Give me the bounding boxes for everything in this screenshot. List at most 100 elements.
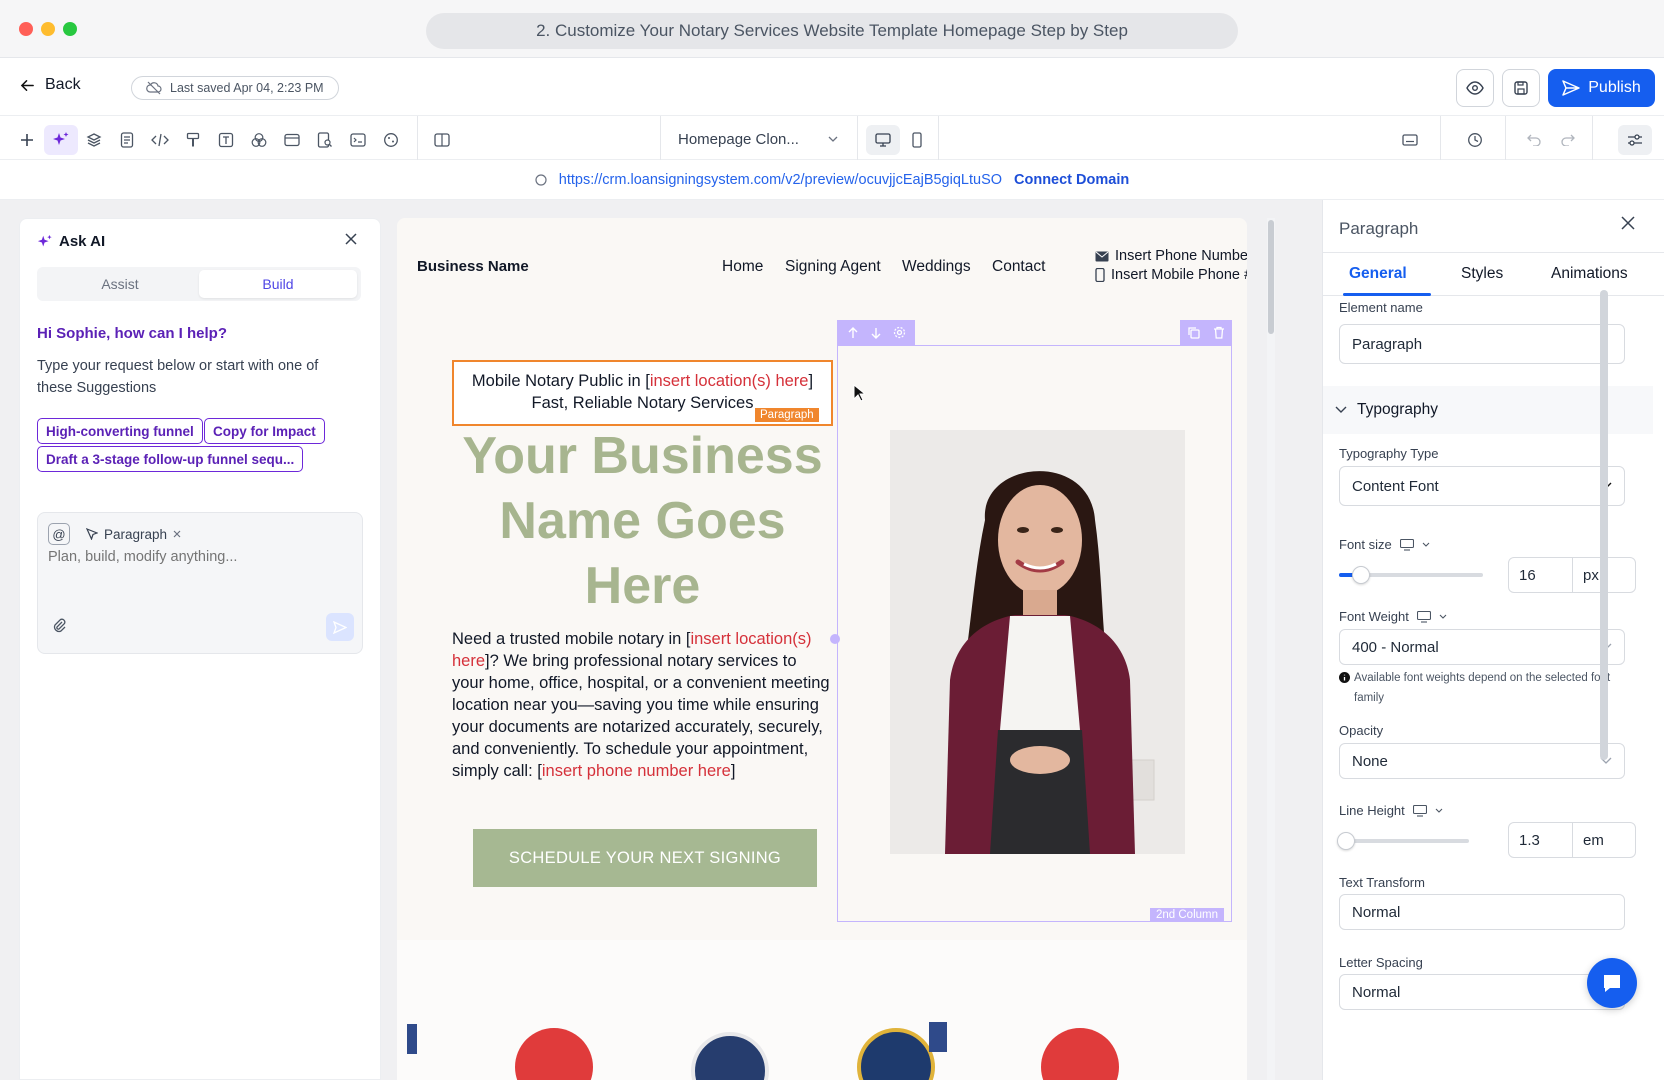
- font-size-slider[interactable]: [1339, 566, 1483, 584]
- suggestion-chip[interactable]: Draft a 3-stage follow-up funnel sequ...: [37, 446, 304, 472]
- schedule-signing-button[interactable]: SCHEDULE YOUR NEXT SIGNING: [473, 829, 817, 887]
- desktop-icon[interactable]: [1412, 804, 1427, 817]
- paragraph-text: ]: [808, 372, 814, 390]
- letter-spacing-select[interactable]: Normal: [1339, 974, 1625, 1010]
- text-transform-value: Normal: [1352, 903, 1401, 921]
- gear-icon[interactable]: [893, 326, 906, 339]
- typography-type-select[interactable]: Content Font: [1339, 466, 1625, 506]
- mobile-view-button[interactable]: [900, 125, 934, 155]
- canvas-scrollbar-thumb[interactable]: [1268, 220, 1274, 334]
- desktop-view-button[interactable]: [866, 125, 900, 155]
- maximize-window-button[interactable]: [63, 22, 77, 36]
- line-height-slider[interactable]: [1336, 832, 1469, 850]
- context-chip-label: Paragraph: [104, 526, 168, 542]
- tab-styles[interactable]: Styles: [1461, 265, 1503, 283]
- pages-button[interactable]: [110, 125, 144, 155]
- mouse-cursor-icon: [853, 384, 865, 402]
- move-up-icon[interactable]: [847, 326, 859, 339]
- font-size-slider-knob[interactable]: [1351, 566, 1370, 584]
- preview-url-link[interactable]: https://crm.loansigningsystem.com/v2/pre…: [559, 172, 1002, 188]
- suggestion-chip[interactable]: Copy for Impact: [204, 418, 325, 444]
- tab-general[interactable]: General: [1349, 265, 1407, 283]
- opacity-select[interactable]: None: [1339, 743, 1625, 779]
- line-height-input[interactable]: 1.3 em: [1508, 822, 1636, 858]
- close-window-button[interactable]: [19, 22, 33, 36]
- ai-prompt-input[interactable]: [48, 549, 348, 565]
- window-title: 2. Customize Your Notary Services Websit…: [426, 13, 1238, 49]
- duplicate-icon[interactable]: [1187, 326, 1200, 339]
- history-button[interactable]: [1458, 125, 1492, 155]
- certified-badge-icon: [691, 1032, 769, 1080]
- paint-button[interactable]: [176, 125, 210, 155]
- ai-button[interactable]: [44, 125, 78, 155]
- hero-portrait-image[interactable]: [890, 430, 1185, 854]
- tab-build[interactable]: Build: [199, 270, 357, 298]
- typography-button[interactable]: [209, 125, 243, 155]
- nav-link-contact[interactable]: Contact: [992, 258, 1045, 276]
- move-down-icon[interactable]: [870, 327, 882, 339]
- font-size-input[interactable]: 16 px: [1508, 557, 1636, 593]
- code-icon: [151, 133, 169, 147]
- nav-link-home[interactable]: Home: [722, 258, 763, 276]
- site-phone[interactable]: Insert Phone Number: [1095, 248, 1247, 264]
- connect-domain-link[interactable]: Connect Domain: [1014, 172, 1129, 188]
- nna-badge-icon: [515, 1028, 593, 1080]
- font-weight-label-text: Font Weight: [1339, 609, 1409, 624]
- tab-assist[interactable]: Assist: [41, 270, 199, 298]
- line-height-slider-knob[interactable]: [1336, 832, 1355, 850]
- save-button[interactable]: [1502, 69, 1540, 107]
- publish-button[interactable]: Publish: [1548, 69, 1655, 107]
- code-button[interactable]: [143, 125, 177, 155]
- keyboard-shortcuts-button[interactable]: [1393, 125, 1427, 155]
- mention-button[interactable]: @: [48, 523, 70, 545]
- column-resize-handle[interactable]: [830, 634, 840, 644]
- close-properties-button[interactable]: [1621, 216, 1635, 230]
- site-brand[interactable]: Business Name: [417, 258, 529, 275]
- page-select[interactable]: Homepage Clon...: [678, 126, 838, 152]
- layers-button[interactable]: [77, 125, 111, 155]
- body-text: Need a trusted mobile notary in [: [452, 630, 691, 648]
- desktop-icon[interactable]: [1399, 538, 1414, 551]
- hero-body-text[interactable]: Need a trusted mobile notary in [insert …: [452, 628, 830, 782]
- nav-link-signing-agent[interactable]: Signing Agent: [785, 258, 881, 276]
- send-prompt-button[interactable]: [326, 613, 354, 641]
- text-transform-select[interactable]: Normal: [1339, 894, 1625, 930]
- add-element-button[interactable]: [10, 125, 44, 155]
- hero-heading[interactable]: Your Business Name Goes Here: [452, 424, 833, 619]
- nav-link-weddings[interactable]: Weddings: [902, 258, 971, 276]
- element-name-field[interactable]: Paragraph: [1339, 324, 1625, 364]
- preview-button[interactable]: [1456, 69, 1494, 107]
- settings-button[interactable]: [374, 125, 408, 155]
- settings-panel-button[interactable]: [1618, 125, 1652, 155]
- font-size-value[interactable]: 16: [1509, 558, 1573, 592]
- properties-scrollbar[interactable]: [1600, 290, 1608, 760]
- sections-button[interactable]: [275, 125, 309, 155]
- line-height-unit[interactable]: em: [1573, 823, 1635, 857]
- back-button[interactable]: Back: [20, 76, 81, 94]
- canvas-scrollbar[interactable]: [1267, 218, 1275, 1080]
- eye-icon: [1466, 81, 1484, 95]
- font-weight-select[interactable]: 400 - Normal: [1339, 629, 1625, 665]
- attach-button[interactable]: [52, 617, 66, 633]
- seo-button[interactable]: [308, 125, 342, 155]
- redo-button[interactable]: [1551, 125, 1585, 155]
- undo-button[interactable]: [1517, 125, 1551, 155]
- desktop-icon[interactable]: [1416, 610, 1431, 623]
- chevron-down-icon: [828, 136, 838, 142]
- terminal-button[interactable]: [341, 125, 375, 155]
- ai-mode-toggle: Assist Build: [37, 267, 361, 301]
- split-view-button[interactable]: [425, 125, 459, 155]
- tab-animations[interactable]: Animations: [1551, 265, 1628, 283]
- columns-icon: [434, 133, 450, 147]
- suggestion-chip[interactable]: High-converting funnel: [37, 418, 203, 444]
- site-mobile[interactable]: Insert Mobile Phone #: [1095, 267, 1247, 283]
- line-height-value[interactable]: 1.3: [1509, 823, 1573, 857]
- chevron-down-icon: [1335, 406, 1347, 414]
- colors-button[interactable]: [242, 125, 276, 155]
- chat-widget-button[interactable]: [1587, 958, 1637, 1008]
- close-ai-panel-button[interactable]: [345, 233, 357, 245]
- remove-context-icon[interactable]: [173, 530, 181, 538]
- signing-badge-icon: [857, 1028, 935, 1080]
- minimize-window-button[interactable]: [41, 22, 55, 36]
- trash-icon[interactable]: [1213, 326, 1225, 339]
